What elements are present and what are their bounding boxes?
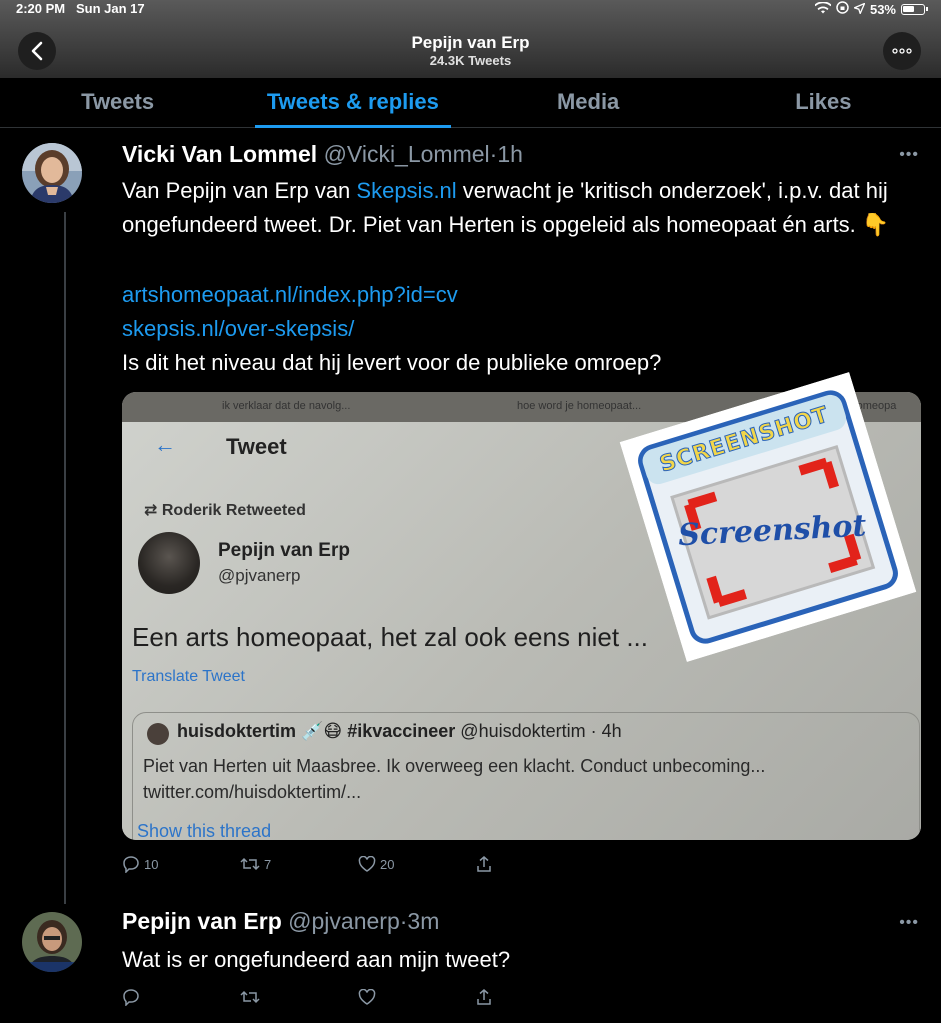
share-icon: [477, 989, 491, 1005]
media-quote-name: huisdoktertim 💉😷 #ikvaccineer: [177, 721, 456, 741]
heart-icon: [358, 856, 376, 872]
profile-tabs: Tweets Tweets & replies Media Likes: [0, 78, 941, 128]
location-icon: [852, 1, 866, 17]
media-avatar: [138, 532, 200, 594]
avatar-photo: [22, 912, 82, 972]
like-button[interactable]: 20: [358, 856, 476, 872]
retweet-icon: [240, 857, 260, 871]
tab-tweets[interactable]: Tweets: [0, 78, 235, 127]
like-button[interactable]: [358, 989, 476, 1005]
tweet-author-handle: @pjvanerp: [288, 908, 400, 934]
tweet-body: Van Pepijn van Erp van Skepsis.nl verwac…: [122, 178, 890, 237]
status-bar: 2:20 PM Sun Jan 17 53%: [0, 0, 941, 20]
status-time: 2:20 PM: [16, 1, 66, 16]
tweet-author-handle: @Vicki_Lommel: [323, 141, 490, 167]
media-title: Tweet: [226, 434, 287, 459]
share-icon: [477, 856, 491, 872]
media-quote-avatar: [147, 723, 169, 745]
avatar-photo: [22, 143, 82, 203]
status-date: Sun Jan 17: [75, 1, 145, 16]
media-retweet-icon: ⇄: [144, 502, 158, 519]
tweet-actions: 10 7 20: [122, 855, 594, 873]
media-retweeted-label: Roderik Retweeted: [161, 502, 306, 519]
wifi-icon: [814, 0, 832, 17]
retweet-count: 7: [264, 856, 272, 872]
retweet-button[interactable]: 7: [240, 856, 358, 872]
media-quote-handle: @huisdoktertim · 4h: [460, 721, 622, 741]
tab-likes[interactable]: Likes: [706, 78, 941, 127]
tweet-author-name[interactable]: Pepijn van Erp: [122, 908, 282, 934]
tweet-time: 3m: [407, 908, 440, 934]
skepsis-link[interactable]: Skepsis.nl: [356, 178, 456, 203]
share-button[interactable]: [476, 855, 594, 873]
retweet-button[interactable]: [240, 989, 358, 1005]
tweet-more-button[interactable]: •••: [899, 146, 919, 164]
avatar-pepijn[interactable]: [22, 912, 82, 972]
reply-icon: [123, 989, 139, 1006]
link-skepsis-over[interactable]: skepsis.nl/over-skepsis/: [122, 312, 922, 346]
share-button[interactable]: [476, 988, 594, 1006]
avatar-vicki[interactable]: [22, 143, 82, 203]
reply-button[interactable]: 10: [122, 855, 240, 873]
reply-count: 10: [144, 856, 159, 872]
tweet-count: 24.3K Tweets: [429, 53, 512, 68]
tweet-body-question: Is dit het niveau dat hij levert voor de…: [122, 350, 662, 375]
tweet-body: Wat is er ongefundeerd aan mijn tweet?: [122, 947, 511, 972]
tab-tweets-and-replies[interactable]: Tweets & replies: [235, 78, 470, 128]
reply-icon: [123, 856, 139, 873]
tweet-author-name[interactable]: Vicki Van Lommel: [122, 141, 317, 167]
more-dots-icon: [892, 48, 912, 54]
retweet-icon: [240, 990, 260, 1004]
orientation-lock-icon: [836, 1, 849, 17]
media-quote-text: Piet van Herten uit Maasbree. Ik overwee…: [143, 756, 766, 776]
media-quote-tweet: huisdoktertim 💉😷 #ikvaccineer @huisdokte…: [132, 712, 920, 840]
tab-media[interactable]: Media: [471, 78, 706, 127]
more-options-button[interactable]: [883, 32, 921, 70]
profile-name-title: Pepijn van Erp: [411, 33, 530, 52]
media-tweet-text: Een arts homeopaat, het zal ook eens nie…: [132, 622, 648, 652]
link-artshomeopaat[interactable]: artshomeopaat.nl/index.php?id=cv: [122, 278, 922, 312]
battery-percent: 53%: [869, 1, 896, 17]
media-author-handle: @pjvanerp: [218, 566, 301, 585]
media-quote-url: twitter.com/huisdoktertim/...: [143, 782, 362, 802]
tweet-time: 1h: [497, 141, 523, 167]
media-show-thread: Show this thread: [137, 821, 272, 840]
like-count: 20: [380, 856, 395, 872]
battery-icon: [901, 3, 928, 15]
heart-icon: [358, 989, 376, 1005]
tweet-actions: [122, 988, 594, 1006]
media-author-name: Pepijn van Erp: [218, 540, 350, 561]
tweet-more-button[interactable]: •••: [899, 914, 919, 932]
media-translate-link: Translate Tweet: [132, 668, 245, 685]
media-back-arrow-icon: ←: [154, 432, 176, 457]
reply-button[interactable]: [122, 988, 240, 1006]
thread-connector-line: [64, 212, 66, 904]
profile-header: 2:20 PM Sun Jan 17 53% Pepijn van Erp 24…: [0, 0, 941, 78]
